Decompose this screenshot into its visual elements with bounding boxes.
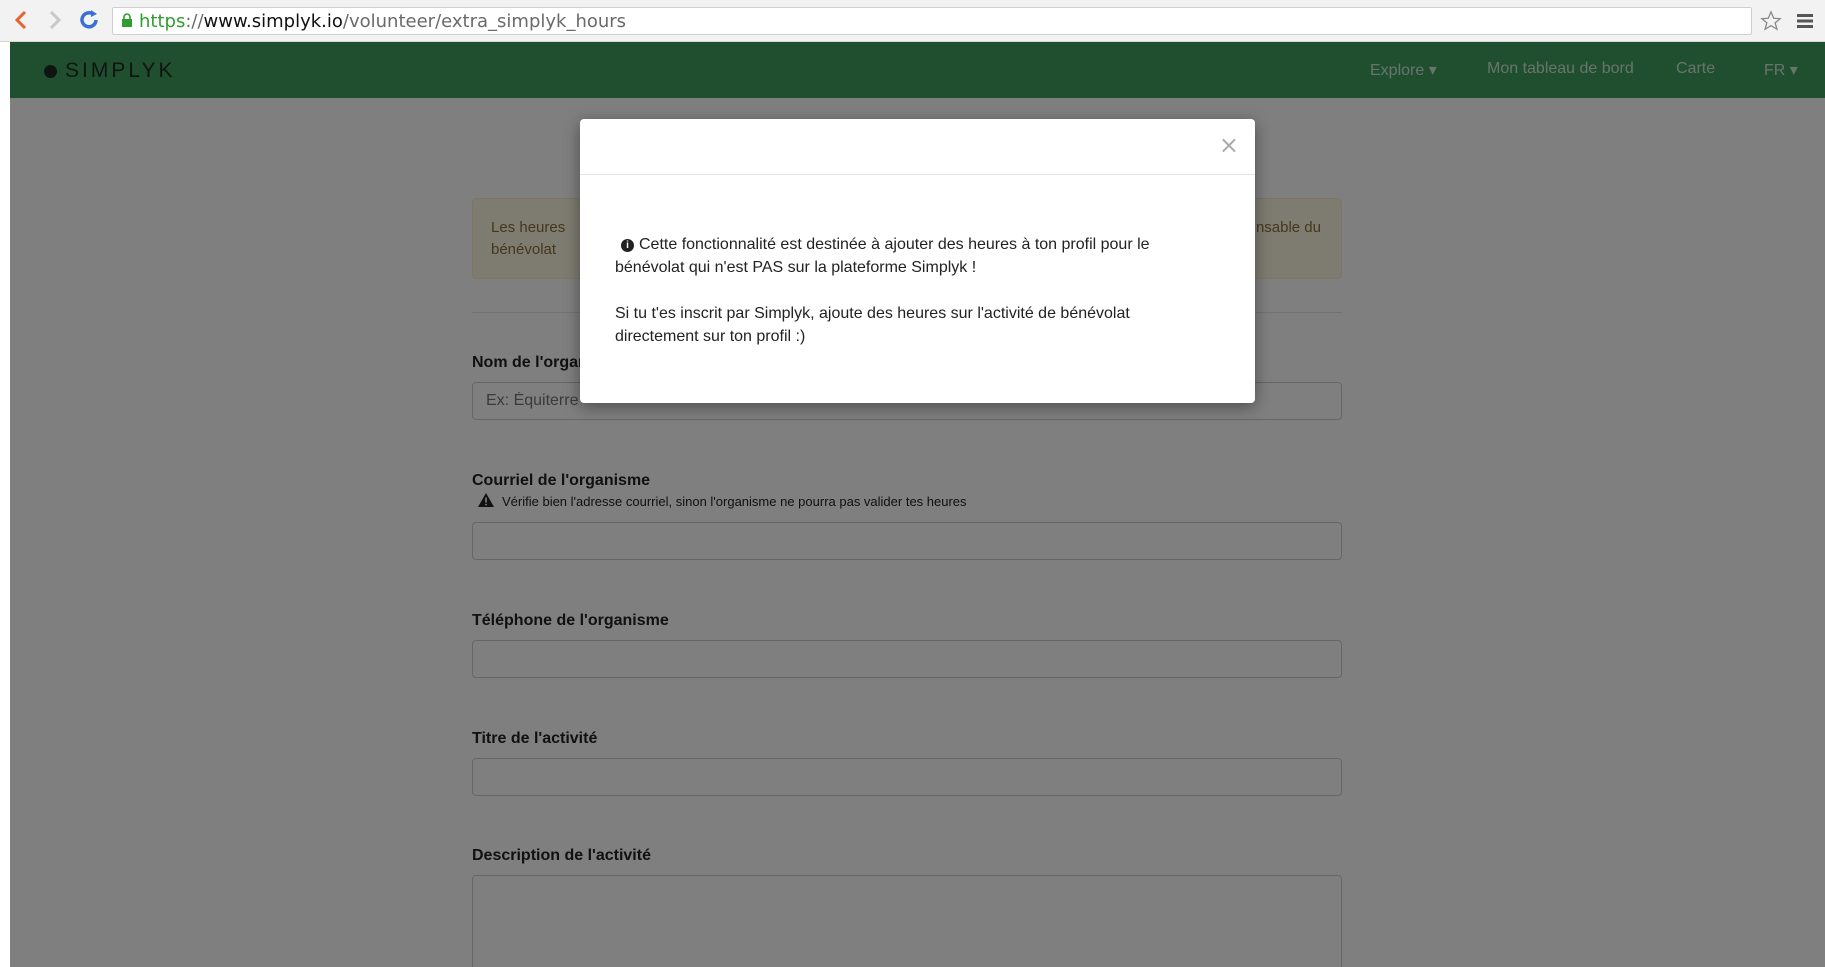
info-modal: × i Cette fonctionnalité est destinée à a… [580,119,1255,403]
url-scheme: https [139,10,186,32]
modal-body: i Cette fonctionnalité est destinée à ajo… [615,233,1215,348]
url-path: /volunteer/extra_simplyk_hours [342,10,627,32]
reload-icon[interactable] [76,7,102,33]
forward-icon[interactable] [42,7,68,33]
back-icon[interactable] [8,7,34,33]
info-icon: i [621,239,634,252]
address-bar[interactable]: https://www.simplyk.io/volunteer/extra_s… [112,7,1752,35]
lock-icon [121,11,133,32]
browser-menu-icon[interactable] [1791,7,1819,35]
url-host: www.simplyk.io [203,10,343,32]
close-icon[interactable]: × [1219,133,1239,157]
modal-paragraph-1: i Cette fonctionnalité est destinée à ajo… [615,233,1215,279]
url-separator: :// [185,10,204,32]
bookmark-star-icon[interactable] [1757,7,1785,35]
modal-backdrop[interactable]: × i Cette fonctionnalité est destinée à a… [10,42,1825,967]
modal-header: × [580,119,1255,175]
modal-line-1: Cette fonctionnalité est destinée à ajou… [615,236,1150,276]
modal-line-2: Si tu t'es inscrit par Simplyk, ajoute d… [615,305,1130,345]
browser-toolbar: https://www.simplyk.io/volunteer/extra_s… [0,0,1825,42]
